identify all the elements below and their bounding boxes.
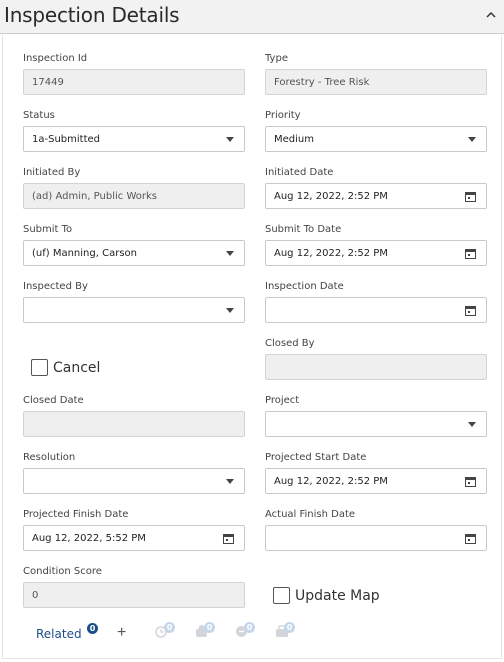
calendar-icon[interactable]: [465, 476, 476, 487]
calendar-icon[interactable]: [465, 305, 476, 316]
resolution-label: Resolution: [23, 452, 76, 463]
initiated-by-field: (ad) Admin, Public Works: [23, 183, 245, 209]
type-label: Type: [265, 53, 288, 64]
status-select[interactable]: 1a-Submitted: [23, 126, 245, 152]
closed-date-field: [23, 411, 245, 437]
priority-select[interactable]: Medium: [265, 126, 487, 152]
project-select[interactable]: [265, 411, 487, 437]
initiated-date-value: Aug 12, 2022, 2:52 PM: [274, 190, 388, 202]
inspection-date-input[interactable]: [265, 297, 487, 323]
caret-down-icon: [226, 137, 234, 142]
type-field: Forestry - Tree Risk: [265, 69, 487, 95]
update-map-checkbox[interactable]: Update Map: [273, 587, 380, 604]
project-label: Project: [265, 395, 300, 406]
cancel-checkbox[interactable]: Cancel: [31, 359, 100, 376]
work-order-link-icon[interactable]: 0: [195, 622, 215, 640]
add-related-button[interactable]: +: [117, 624, 126, 642]
related-count-badge: 0: [87, 623, 98, 634]
request-count-badge: 0: [244, 622, 255, 633]
projected-finish-date-input[interactable]: Aug 12, 2022, 5:52 PM: [23, 525, 245, 551]
actual-finish-date-label: Actual Finish Date: [265, 509, 356, 520]
inspection-link-icon[interactable]: 0: [155, 622, 175, 640]
caret-down-icon: [468, 137, 476, 142]
initiated-date-input[interactable]: Aug 12, 2022, 2:52 PM: [265, 183, 487, 209]
update-map-label: Update Map: [295, 587, 380, 604]
case-count-badge: 0: [284, 622, 295, 633]
projected-finish-date-label: Projected Finish Date: [23, 509, 129, 520]
cancel-label: Cancel: [53, 359, 101, 376]
closed-date-label: Closed Date: [23, 395, 84, 406]
caret-down-icon: [226, 479, 234, 484]
actual-finish-date-input[interactable]: [265, 525, 487, 551]
checkbox-icon[interactable]: [31, 359, 48, 376]
inspection-id-field: 17449: [23, 69, 245, 95]
chevron-up-icon: [486, 11, 496, 18]
initiated-date-label: Initiated Date: [265, 167, 334, 178]
panel-title: Inspection Details: [4, 3, 180, 27]
status-label: Status: [23, 110, 55, 121]
submit-to-date-input[interactable]: Aug 12, 2022, 2:52 PM: [265, 240, 487, 266]
condition-score-field: 0: [23, 582, 245, 608]
inspection-id-label: Inspection Id: [23, 53, 88, 64]
case-link-icon[interactable]: 0: [275, 622, 295, 640]
closed-by-label: Closed By: [265, 338, 315, 349]
status-value: 1a-Submitted: [32, 133, 100, 145]
collapse-button[interactable]: [484, 8, 498, 22]
priority-value: Medium: [274, 133, 314, 145]
caret-down-icon: [226, 251, 234, 256]
submit-to-value: (uf) Manning, Carson: [32, 247, 137, 259]
request-link-icon[interactable]: 0: [235, 622, 255, 640]
resolution-select[interactable]: [23, 468, 245, 494]
inspection-date-label: Inspection Date: [265, 281, 344, 292]
inspected-by-label: Inspected By: [23, 281, 88, 292]
calendar-icon[interactable]: [465, 533, 476, 544]
projected-start-date-value: Aug 12, 2022, 2:52 PM: [274, 475, 388, 487]
projected-start-date-label: Projected Start Date: [265, 452, 367, 463]
submit-to-date-value: Aug 12, 2022, 2:52 PM: [274, 247, 388, 259]
calendar-icon[interactable]: [465, 191, 476, 202]
projected-start-date-input[interactable]: Aug 12, 2022, 2:52 PM: [265, 468, 487, 494]
caret-down-icon: [468, 422, 476, 427]
initiated-by-label: Initiated By: [23, 167, 81, 178]
panel-header: Inspection Details: [0, 0, 504, 34]
closed-by-field: [265, 354, 487, 380]
checkbox-icon[interactable]: [273, 587, 290, 604]
submit-to-date-label: Submit To Date: [265, 224, 342, 235]
calendar-icon[interactable]: [465, 248, 476, 259]
submit-to-label: Submit To: [23, 224, 73, 235]
inspected-by-select[interactable]: [23, 297, 245, 323]
caret-down-icon: [226, 308, 234, 313]
submit-to-select[interactable]: (uf) Manning, Carson: [23, 240, 245, 266]
condition-score-label: Condition Score: [23, 566, 102, 577]
related-link[interactable]: Related: [36, 627, 82, 641]
work-order-count-badge: 0: [204, 622, 215, 633]
inspection-count-badge: 0: [164, 622, 175, 633]
projected-finish-date-value: Aug 12, 2022, 5:52 PM: [32, 532, 146, 544]
priority-label: Priority: [265, 110, 301, 121]
calendar-icon[interactable]: [223, 533, 234, 544]
